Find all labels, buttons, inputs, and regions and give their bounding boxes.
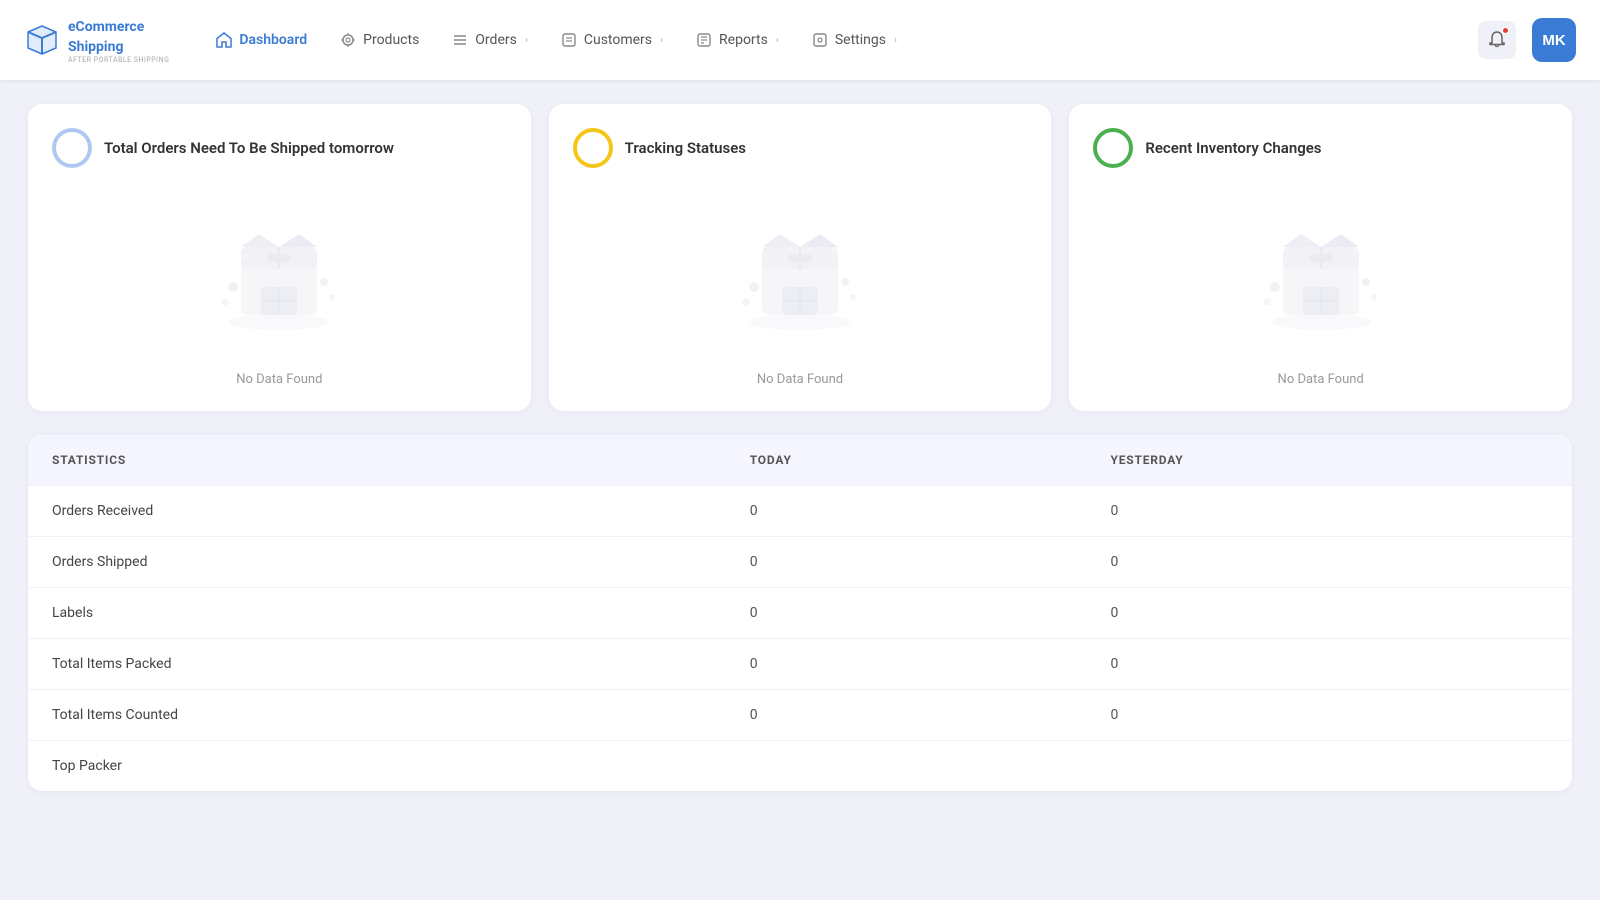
settings-chevron: › [894, 35, 897, 46]
orders-chevron: › [525, 35, 528, 46]
brand-logo[interactable]: eCommerce Shipping AFTER PORTABLE SHIPPI… [24, 16, 169, 64]
status-ring-yellow [573, 128, 613, 168]
table-row: Total Items Counted 0 0 [28, 690, 1572, 741]
stats-col-header-label: STATISTICS [28, 435, 726, 486]
stats-row-label: Labels [28, 588, 726, 639]
orders-icon [451, 31, 469, 49]
reports-chevron: › [776, 35, 779, 46]
card-body-inventory: No Data Found [1093, 184, 1548, 387]
card-body-total-orders: No Data Found [52, 184, 507, 387]
stats-col-header-today: TODAY [726, 435, 1087, 486]
main-nav: Dashboard Products [201, 23, 1478, 57]
stats-table-header-row: STATISTICS TODAY YESTERDAY [28, 435, 1572, 486]
table-row: Orders Shipped 0 0 [28, 537, 1572, 588]
table-row: Labels 0 0 [28, 588, 1572, 639]
status-ring-green [1093, 128, 1133, 168]
stats-row-today [726, 741, 1087, 792]
nav-item-settings[interactable]: Settings › [797, 23, 911, 57]
stats-row-label: Total Items Counted [28, 690, 726, 741]
stats-row-today: 0 [726, 486, 1087, 537]
stats-row-today: 0 [726, 588, 1087, 639]
stats-section: STATISTICS TODAY YESTERDAY Orders Receiv… [28, 435, 1572, 791]
stats-row-yesterday: 0 [1087, 537, 1573, 588]
no-data-label-1: No Data Found [236, 372, 322, 387]
stats-row-yesterday: 0 [1087, 486, 1573, 537]
no-data-label-3: No Data Found [1278, 372, 1364, 387]
notification-dot [1502, 27, 1509, 34]
main-content: Total Orders Need To Be Shipped tomorrow [0, 80, 1600, 815]
status-ring-blue [52, 128, 92, 168]
card-body-tracking: No Data Found [573, 184, 1028, 387]
nav-item-products[interactable]: Products [325, 23, 433, 57]
nav-item-reports[interactable]: Reports › [681, 23, 793, 57]
stats-row-label: Orders Received [28, 486, 726, 537]
card-header-total-orders: Total Orders Need To Be Shipped tomorrow [52, 128, 394, 168]
card-tracking-statuses: Tracking Statuses [549, 104, 1052, 411]
customers-chevron: › [660, 35, 663, 46]
card-header-inventory: Recent Inventory Changes [1093, 128, 1321, 168]
products-icon [339, 31, 357, 49]
stats-table: STATISTICS TODAY YESTERDAY Orders Receiv… [28, 435, 1572, 791]
stats-row-yesterday [1087, 741, 1573, 792]
table-row: Top Packer [28, 741, 1572, 792]
settings-icon [811, 31, 829, 49]
logo-text: eCommerce Shipping AFTER PORTABLE SHIPPI… [68, 16, 169, 64]
table-row: Total Items Packed 0 0 [28, 639, 1572, 690]
stats-row-today: 0 [726, 537, 1087, 588]
stats-row-today: 0 [726, 639, 1087, 690]
card-total-orders: Total Orders Need To Be Shipped tomorrow [28, 104, 531, 411]
user-avatar-button[interactable]: MK [1532, 18, 1576, 62]
stats-col-header-yesterday: YESTERDAY [1087, 435, 1573, 486]
nav-item-orders[interactable]: Orders › [437, 23, 542, 57]
card-inventory-changes: Recent Inventory Changes [1069, 104, 1572, 411]
no-data-label-2: No Data Found [757, 372, 843, 387]
navbar: eCommerce Shipping AFTER PORTABLE SHIPPI… [0, 0, 1600, 80]
empty-box-illustration-1 [199, 192, 359, 352]
empty-box-illustration-3 [1241, 192, 1401, 352]
card-title-tracking: Tracking Statuses [625, 139, 746, 157]
stats-row-yesterday: 0 [1087, 690, 1573, 741]
stats-row-yesterday: 0 [1087, 588, 1573, 639]
card-title-inventory: Recent Inventory Changes [1145, 139, 1321, 157]
logo-icon [24, 22, 60, 58]
cards-row: Total Orders Need To Be Shipped tomorrow [28, 104, 1572, 411]
stats-row-label: Top Packer [28, 741, 726, 792]
stats-row-yesterday: 0 [1087, 639, 1573, 690]
nav-item-dashboard[interactable]: Dashboard [201, 23, 321, 57]
notification-bell-button[interactable] [1478, 21, 1516, 59]
home-icon [215, 31, 233, 49]
reports-icon [695, 31, 713, 49]
table-row: Orders Received 0 0 [28, 486, 1572, 537]
stats-table-body: Orders Received 0 0 Orders Shipped 0 0 L… [28, 486, 1572, 792]
card-title-total-orders: Total Orders Need To Be Shipped tomorrow [104, 139, 394, 157]
header-right: MK [1478, 18, 1576, 62]
stats-row-label: Total Items Packed [28, 639, 726, 690]
nav-item-customers[interactable]: Customers › [546, 23, 677, 57]
card-header-tracking: Tracking Statuses [573, 128, 746, 168]
customers-icon [560, 31, 578, 49]
stats-row-today: 0 [726, 690, 1087, 741]
stats-row-label: Orders Shipped [28, 537, 726, 588]
empty-box-illustration-2 [720, 192, 880, 352]
